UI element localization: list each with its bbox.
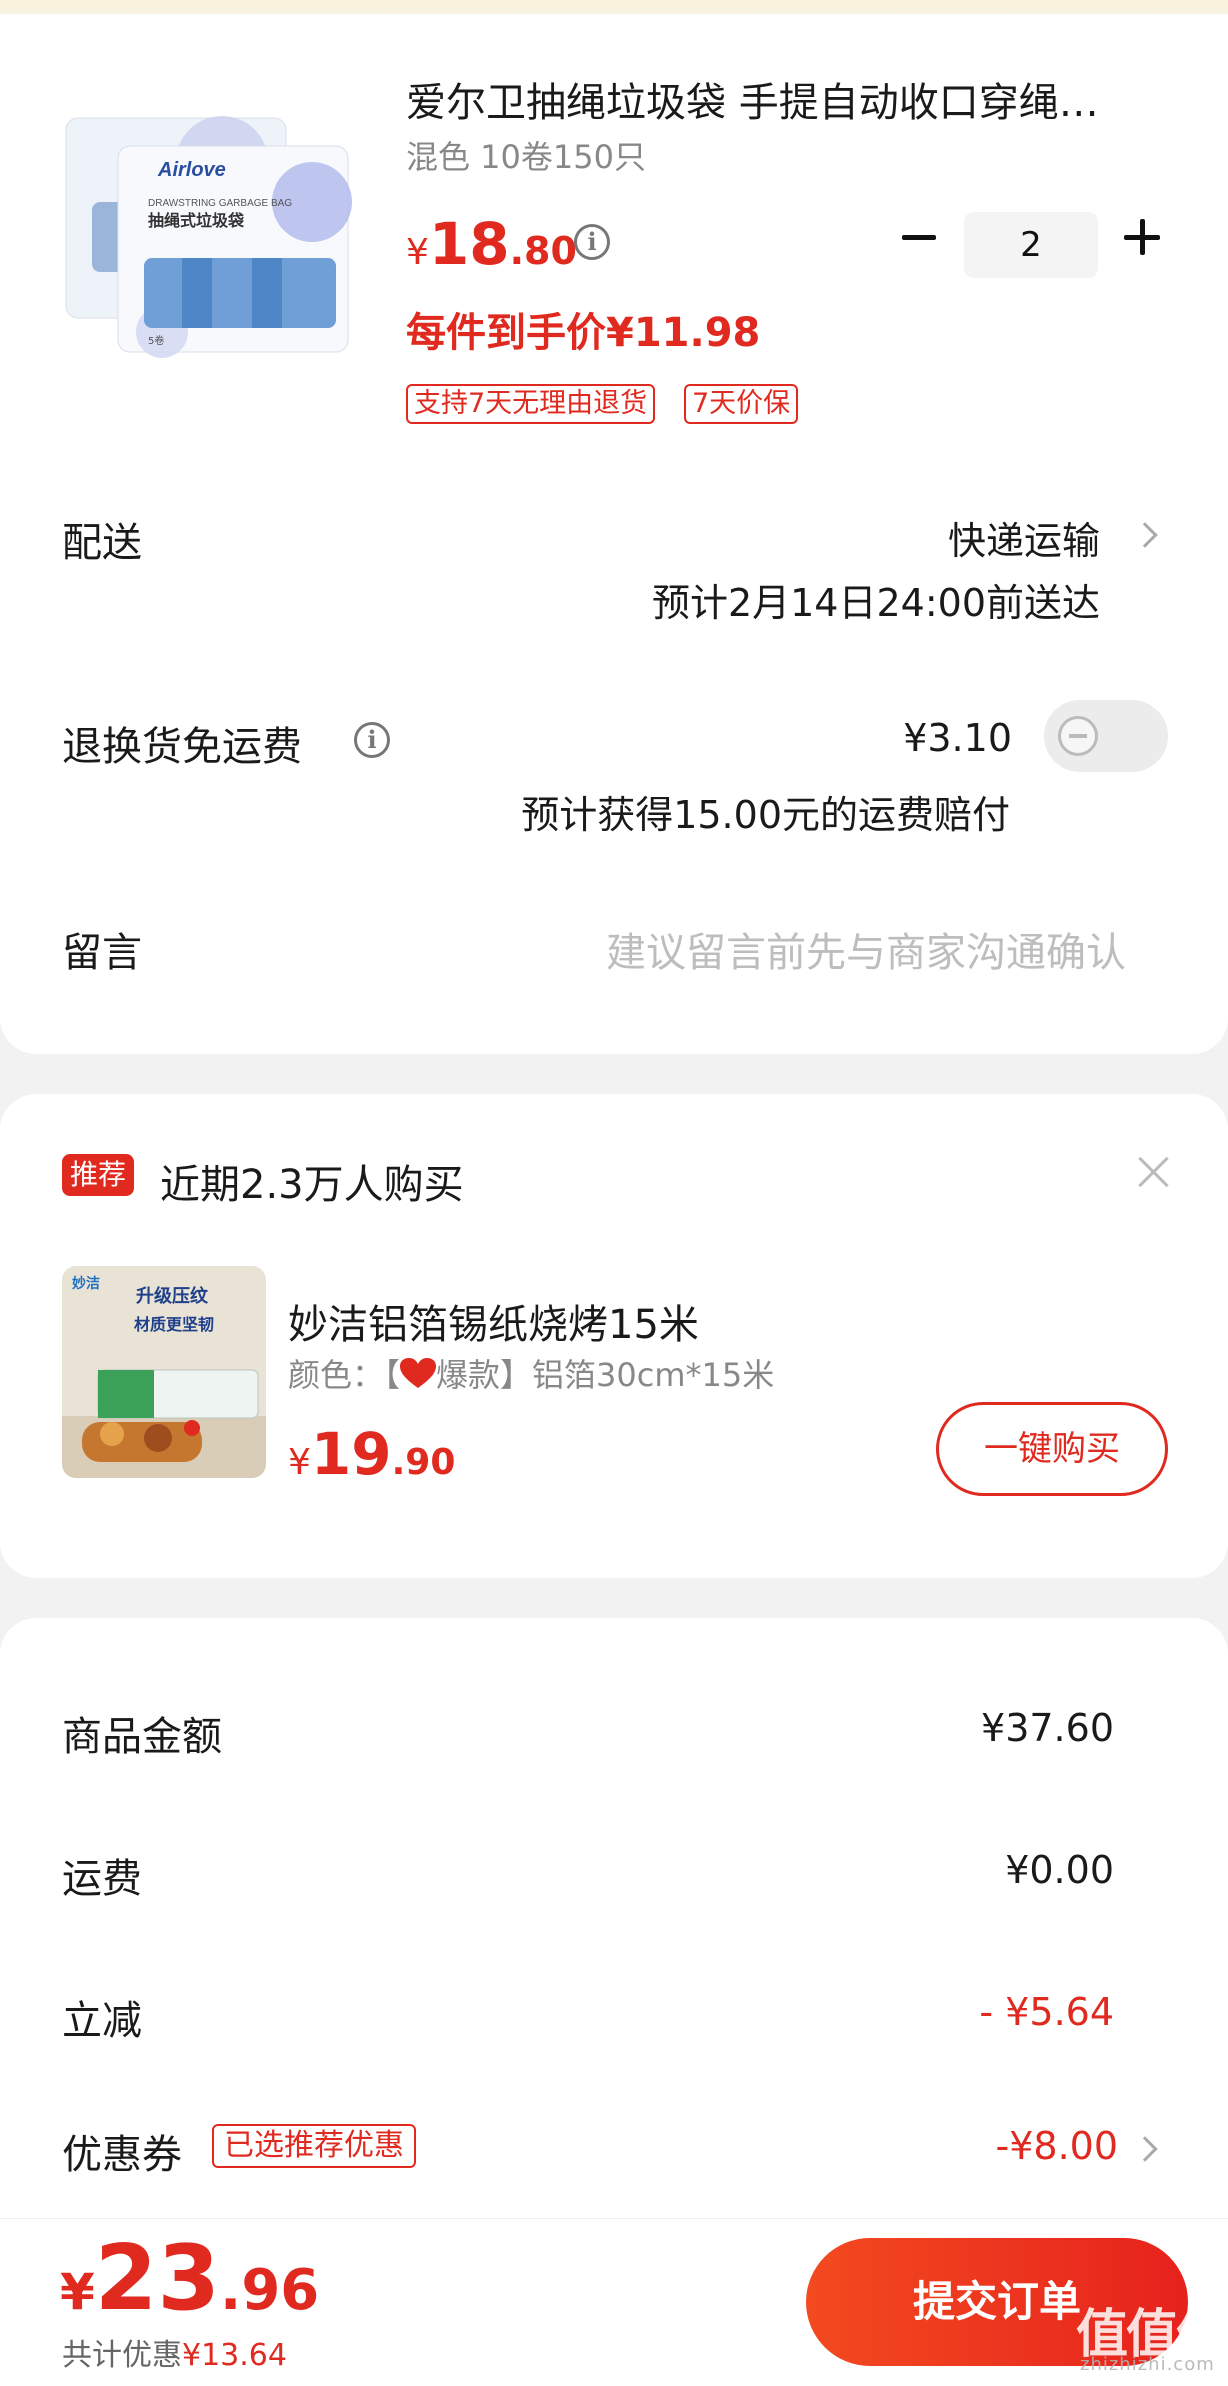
recommend-price: ¥19.90 — [288, 1420, 455, 1488]
recommend-badge: 推荐 — [62, 1154, 135, 1196]
recommend-spec-suffix: 爆款】铝箔30cm*15米 — [436, 1356, 775, 1394]
recommend-heading: 近期2.3万人购买 — [160, 1162, 464, 1208]
delivery-eta: 预计2月14日24:00前送达 — [651, 581, 1100, 625]
total-price: ¥23.96 — [60, 2226, 319, 2331]
price-info-icon[interactable]: i — [574, 224, 610, 260]
coupon-tag[interactable]: 已选推荐优惠 — [212, 2124, 416, 2168]
total-discount: 共计优惠¥13.64 — [62, 2330, 287, 2374]
tag-return-policy: 支持7天无理由退货 — [406, 384, 656, 424]
summary-row-shipping-value: ¥0.00 — [1005, 1848, 1114, 1892]
close-icon[interactable] — [1132, 1150, 1176, 1194]
product-image-brand: Airlove — [157, 159, 226, 181]
product-spec[interactable]: 混色 10卷150只 — [406, 132, 646, 178]
recommend-price-symbol: ¥ — [288, 1442, 311, 1483]
recommend-image-line1: 升级压纹 — [136, 1285, 209, 1307]
message-label: 留言 — [62, 930, 142, 976]
return-shipping-price: ¥3.10 — [903, 716, 1012, 760]
total-discount-text: 共计优惠¥13.64 — [62, 2338, 287, 2373]
recommend-spec: 颜色：【 爆款】铝箔30cm*15米 — [288, 1350, 774, 1396]
watermark-url: zhizhizhi.com — [1080, 2354, 1215, 2375]
recommend-price-integer: 19 — [310, 1420, 392, 1488]
quantity-decrease-button[interactable] — [888, 208, 948, 268]
return-shipping-info-icon[interactable]: i — [354, 722, 390, 758]
summary-row-discount-value: - ¥5.64 — [979, 1990, 1114, 2034]
return-shipping-label: 退换货免运费 — [62, 724, 302, 770]
summary-row-coupon-value[interactable]: -¥8.00 — [996, 2124, 1119, 2168]
price-integer: 18 — [428, 210, 510, 278]
recommend-image-brand: 妙洁 — [72, 1275, 100, 1292]
recommend-title[interactable]: 妙洁铝箔锡纸烧烤15米 — [288, 1292, 699, 1350]
message-input[interactable]: 建议留言前先与商家沟通确认 — [606, 920, 1126, 978]
toggle-knob — [1058, 716, 1098, 756]
quantity-input[interactable]: 2 — [964, 212, 1098, 278]
summary-row-goods-value: ¥37.60 — [981, 1706, 1114, 1750]
total-symbol: ¥ — [60, 2263, 95, 2321]
return-shipping-toggle[interactable] — [1044, 700, 1168, 772]
product-image-line2: 抽绳式垃圾袋 — [148, 211, 245, 230]
tag-price-protection: 7天价保 — [684, 384, 799, 424]
recommend-price-decimal: .90 — [391, 1442, 456, 1483]
product-title[interactable]: 爱尔卫抽绳垃圾袋 手提自动收口穿绳… — [406, 70, 1166, 128]
total-integer: 23 — [94, 2226, 221, 2331]
price-decimal: .80 — [509, 229, 577, 273]
total-decimal: .96 — [220, 2258, 320, 2323]
summary-row-shipping-label: 运费 — [62, 1856, 142, 1902]
quantity-increase-button[interactable] — [1112, 208, 1172, 268]
delivery-label: 配送 — [62, 520, 142, 566]
product-price: ¥18.80 — [406, 210, 577, 278]
summary-row-goods-label: 商品金额 — [62, 1714, 222, 1760]
product-image[interactable]: Airlove DRAWSTRING GARBAGE BAG 抽绳式垃圾袋 5卷 — [62, 92, 362, 362]
summary-row-coupon-label: 优惠券 — [62, 2132, 182, 2178]
product-image-line1: DRAWSTRING GARBAGE BAG — [148, 198, 292, 209]
price-symbol: ¥ — [406, 232, 429, 273]
delivery-method[interactable]: 快递运输 — [948, 510, 1100, 565]
unit-price: 每件到手价¥11.98 — [406, 310, 761, 356]
recommend-spec-prefix: 颜色：【 — [288, 1356, 401, 1394]
product-image-count: 5卷 — [148, 334, 164, 347]
summary-row-discount-label: 立减 — [62, 1998, 142, 2044]
recommend-product-image[interactable]: 妙洁 升级压纹 材质更坚韧 — [62, 1266, 266, 1478]
recommend-image-line2: 材质更坚韧 — [134, 1315, 214, 1334]
one-click-buy-button[interactable]: 一键购买 — [936, 1402, 1168, 1496]
heart-icon — [400, 1358, 437, 1388]
return-shipping-note: 预计获得15.00元的运费赔付 — [521, 793, 1010, 837]
